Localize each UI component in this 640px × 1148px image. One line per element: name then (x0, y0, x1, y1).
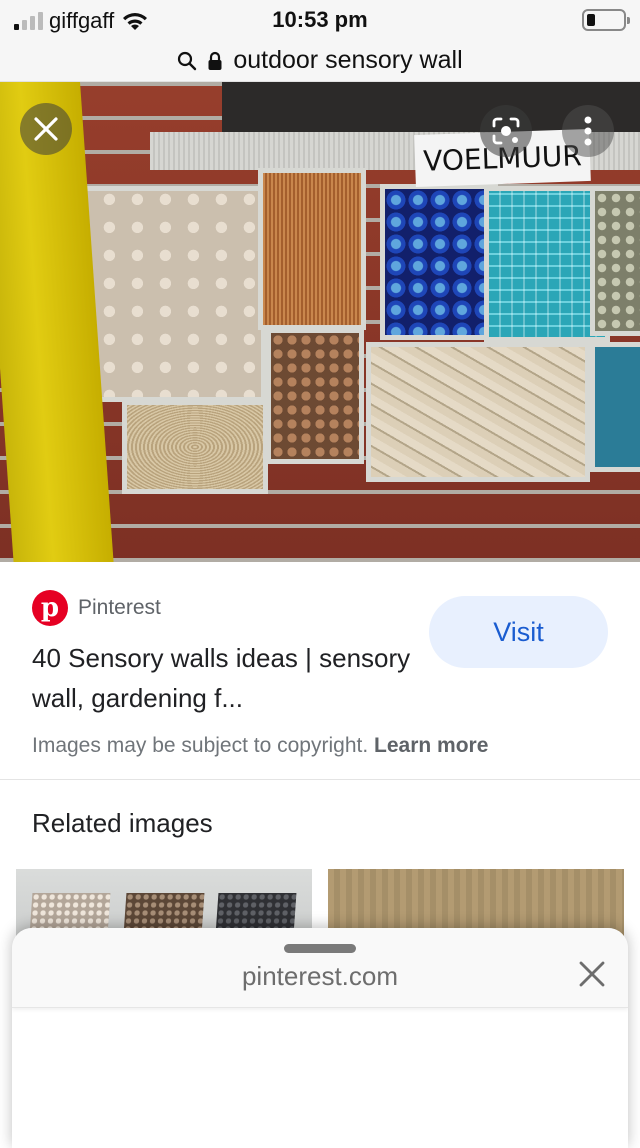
status-bar: giffgaff 10:53 pm (0, 0, 640, 40)
more-options-button[interactable] (562, 105, 614, 157)
lens-button[interactable] (480, 105, 532, 157)
sheet-header[interactable]: pinterest.com (12, 928, 628, 1008)
preview-image[interactable]: VOELMUUR (0, 82, 640, 562)
more-vert-icon (584, 116, 592, 146)
result-info: p Pinterest 40 Sensory walls ideas | sen… (0, 562, 640, 780)
sand-panel (122, 400, 268, 494)
sheet-domain: pinterest.com (241, 961, 399, 991)
search-query: outdoor sensory wall (233, 46, 463, 74)
search-icon (178, 51, 197, 70)
pinterest-logo: p (32, 590, 68, 626)
bottle-caps-panel (380, 184, 498, 340)
drag-handle[interactable] (284, 944, 356, 953)
close-icon (34, 117, 58, 141)
copyright-notice: Images may be subject to copyright. Lear… (32, 734, 489, 757)
lock-icon (208, 51, 222, 70)
sticks-panel (258, 168, 366, 330)
teal-panel (590, 342, 640, 472)
result-title[interactable]: 40 Sensory walls ideas | sensory wall, g… (32, 638, 412, 718)
close-icon[interactable] (578, 960, 606, 988)
corks-panel (366, 342, 590, 482)
source-name: Pinterest (78, 596, 161, 619)
close-button[interactable] (20, 103, 72, 155)
pipes-panel (590, 186, 640, 336)
related-images-heading: Related images (32, 808, 213, 838)
battery-icon (582, 9, 630, 31)
visit-button[interactable]: Visit (429, 596, 608, 668)
clock: 10:53 pm (272, 7, 368, 32)
link-preview-sheet: pinterest.com (12, 928, 628, 1148)
address-bar[interactable]: outdoor sensory wall (0, 40, 640, 82)
lens-search-icon (492, 117, 520, 145)
learn-more-link[interactable]: Learn more (374, 734, 488, 757)
nuts-panel (266, 328, 364, 464)
source[interactable]: p Pinterest (32, 590, 161, 626)
